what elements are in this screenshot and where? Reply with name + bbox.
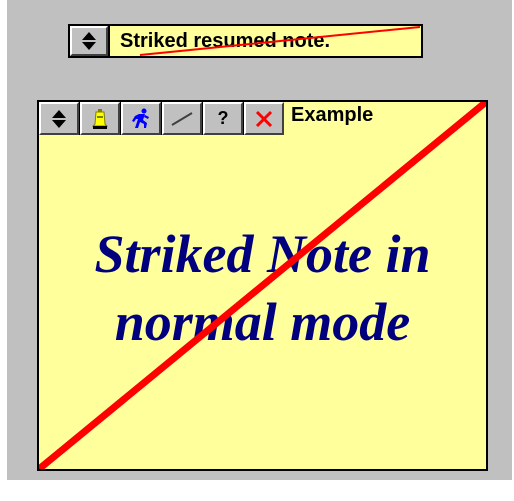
note-window[interactable]: ? Example Striked Note in normal mode <box>37 100 488 471</box>
resumed-note[interactable]: Striked resumed note. <box>68 24 423 58</box>
strike-line <box>39 102 486 469</box>
strike-line <box>139 26 421 56</box>
